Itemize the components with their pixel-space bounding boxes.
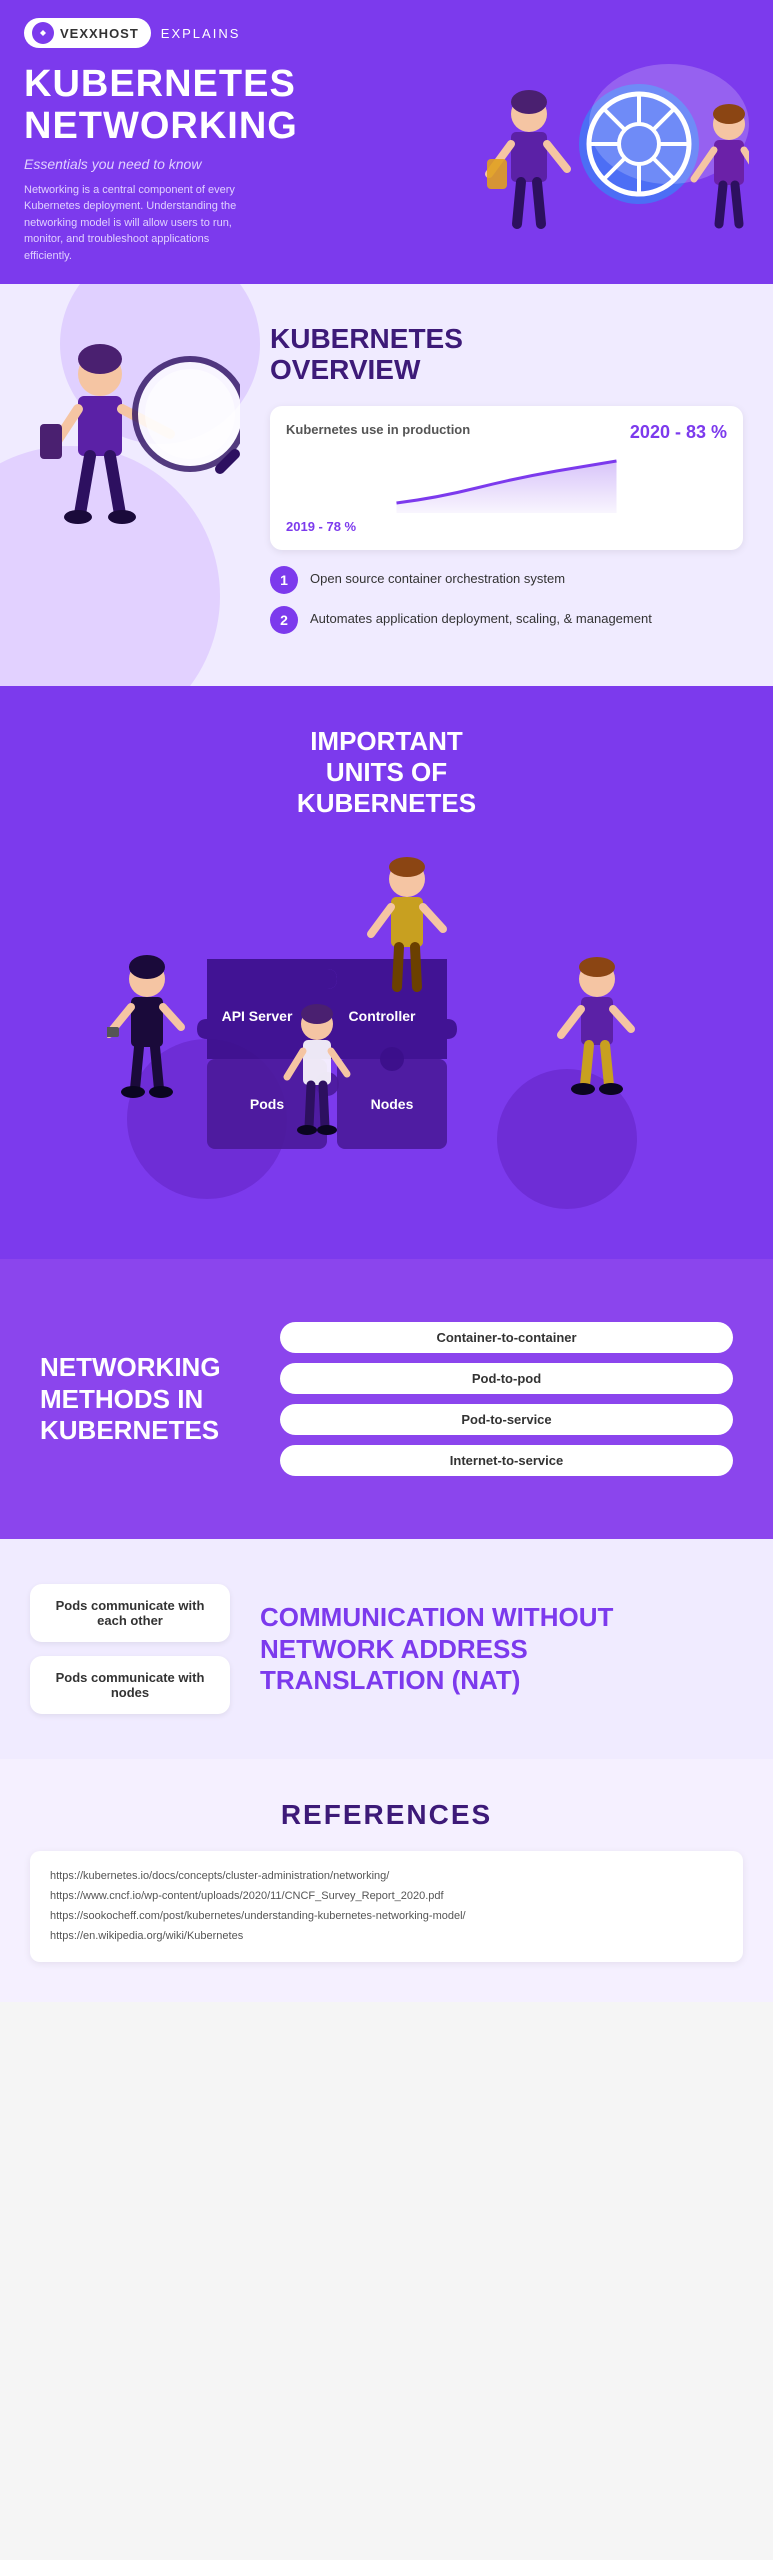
overview-item-1: 1 Open source container orchestration sy… [270, 566, 743, 594]
value-2019: 2019 - 78 % [286, 519, 727, 534]
description: Networking is a central component of eve… [24, 182, 244, 265]
ref-link-2[interactable]: https://www.cncf.io/wp-content/uploads/2… [50, 1887, 723, 1907]
comm-pill-nodes: Pods communicate with nodes [30, 1656, 230, 1714]
comm-title-nat: (NAT) [452, 1665, 521, 1695]
explains-label: EXPLAINS [161, 26, 241, 41]
header-left: KUBERNETESNETWORKING Essentials you need… [24, 64, 409, 264]
overview-title: KUBERNETESOVERVIEW [270, 324, 743, 386]
communication-section: Pods communicate with each other Pods co… [0, 1539, 773, 1759]
magnifier-illustration [20, 314, 240, 564]
header-illustration [409, 64, 749, 284]
chart-label: Kubernetes use in production [286, 422, 470, 437]
chart-area [286, 453, 727, 513]
method-pod-to-service: Pod-to-service [280, 1404, 733, 1435]
page-title: KUBERNETESNETWORKING [24, 64, 409, 148]
ref-link-1[interactable]: https://kubernetes.io/docs/concepts/clus… [50, 1867, 723, 1887]
item-number-1: 1 [270, 566, 298, 594]
references-title: REFERENCES [30, 1799, 743, 1831]
references-section: REFERENCES https://kubernetes.io/docs/co… [0, 1759, 773, 2002]
units-section: IMPORTANTUNITS OFKUBERNETES API Server C… [0, 686, 773, 1260]
method-container-to-container: Container-to-container [280, 1322, 733, 1353]
chart-header: Kubernetes use in production 2020 - 83 % [286, 422, 727, 443]
item-text-2: Automates application deployment, scalin… [310, 606, 652, 628]
chart-card: Kubernetes use in production 2020 - 83 %… [270, 406, 743, 550]
comm-title-line2: NETWORK ADDRESS [260, 1634, 528, 1664]
subtitle: Essentials you need to know [24, 156, 409, 172]
communication-left: Pods communicate with each other Pods co… [30, 1584, 230, 1714]
communication-title: COMMUNICATION WITHOUT NETWORK ADDRESS TR… [260, 1602, 743, 1696]
networking-title: NETWORKINGMETHODS INKUBERNETES [40, 1352, 240, 1446]
header-section: VEXXHOST EXPLAINS KUBERNETESNETWORKING E… [0, 0, 773, 284]
svg-text:Controller: Controller [348, 1008, 415, 1024]
ref-link-4[interactable]: https://en.wikipedia.org/wiki/Kubernetes [50, 1927, 723, 1947]
logo-text: VEXXHOST [60, 26, 139, 41]
value-2020: 2020 - 83 % [630, 422, 727, 443]
units-illustration: API Server Controller Pods Nodes [107, 839, 667, 1239]
networking-section: NETWORKINGMETHODS INKUBERNETES Container… [0, 1259, 773, 1539]
overview-item-2: 2 Automates application deployment, scal… [270, 606, 743, 634]
comm-pill-pods: Pods communicate with each other [30, 1584, 230, 1642]
item-text-1: Open source container orchestration syst… [310, 566, 565, 588]
networking-methods-list: Container-to-container Pod-to-pod Pod-to… [280, 1322, 733, 1476]
vexxhost-icon [32, 22, 54, 44]
units-title: IMPORTANTUNITS OFKUBERNETES [20, 726, 753, 820]
units-svg: API Server Controller Pods Nodes [107, 839, 667, 1239]
svg-text:Nodes: Nodes [370, 1096, 413, 1112]
method-pod-to-pod: Pod-to-pod [280, 1363, 733, 1394]
method-internet-to-service: Internet-to-service [280, 1445, 733, 1476]
logo-badge: VEXXHOST [24, 18, 151, 48]
comm-title-line3: TRANSLATION [260, 1665, 444, 1695]
overview-section: KUBERNETESOVERVIEW Kubernetes use in pro… [0, 284, 773, 686]
svg-text:API Server: API Server [221, 1008, 292, 1024]
overview-items: 1 Open source container orchestration sy… [270, 566, 743, 634]
comm-title-line1: COMMUNICATION WITHOUT [260, 1602, 613, 1632]
magnifier-svg [20, 314, 240, 594]
ref-link-3[interactable]: https://sookocheff.com/post/kubernetes/u… [50, 1907, 723, 1927]
svg-text:Pods: Pods [249, 1096, 283, 1112]
header-top: VEXXHOST EXPLAINS [24, 18, 749, 48]
header-content: KUBERNETESNETWORKING Essentials you need… [24, 64, 749, 284]
item-number-2: 2 [270, 606, 298, 634]
references-box: https://kubernetes.io/docs/concepts/clus… [30, 1851, 743, 1962]
header-svg [409, 64, 749, 284]
overview-content: KUBERNETESOVERVIEW Kubernetes use in pro… [270, 324, 743, 634]
line-chart [286, 453, 727, 513]
